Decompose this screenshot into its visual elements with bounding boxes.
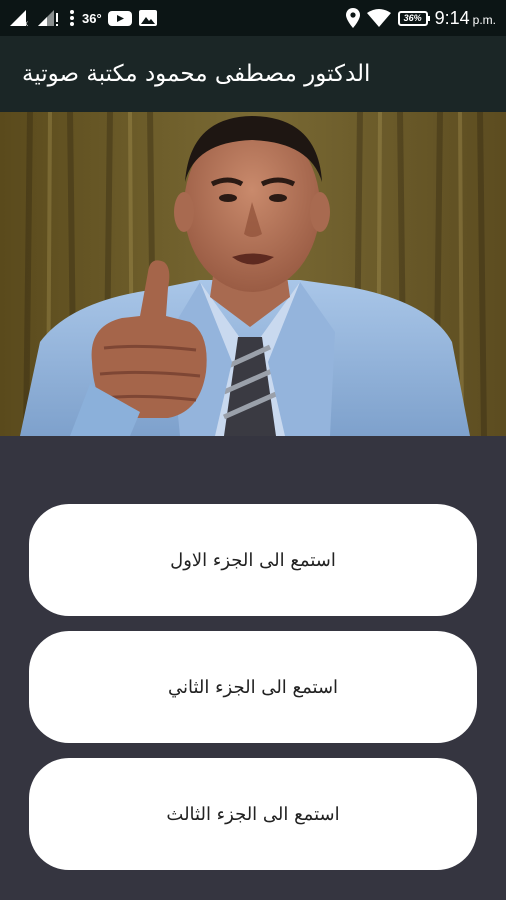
listen-part-2-label: استمع الى الجزء الثاني <box>167 676 339 698</box>
location-icon <box>345 8 360 28</box>
listen-part-2-button[interactable]: استمع الى الجزء الثاني <box>29 631 477 743</box>
clock-time: 9:14 <box>434 7 470 28</box>
listen-part-3-label: استمع الى الجزء الثالث <box>166 803 340 825</box>
wifi-icon <box>366 9 391 27</box>
status-bar-right: 36% 9:14 p.m. <box>345 0 496 36</box>
status-bar-left: x 36° <box>10 0 158 36</box>
battery-icon: 36% <box>397 10 430 26</box>
image-icon <box>138 10 157 26</box>
signal-1-icon: x <box>10 10 28 27</box>
clock-ampm: p.m. <box>472 12 496 27</box>
clock: 9:14 p.m. <box>435 8 496 29</box>
page-title: الدكتور مصطفى محمود مكتبة صوتية <box>22 61 371 87</box>
battery-percent: 36% <box>403 13 422 23</box>
temperature-text: 36° <box>82 10 102 26</box>
youtube-icon <box>107 11 132 26</box>
more-vert-icon <box>70 10 74 26</box>
signal-2-icon <box>38 10 58 26</box>
hero-photo <box>0 112 506 436</box>
listen-part-1-button[interactable]: استمع الى الجزء الاول <box>29 504 477 616</box>
listen-part-3-button[interactable]: استمع الى الجزء الثالث <box>29 758 477 870</box>
status-bar: x 36° 36% 9:14 p.m. <box>0 0 506 36</box>
speaker-photo <box>0 112 506 436</box>
listen-part-1-label: استمع الى الجزء الاول <box>170 549 336 571</box>
app-bar: الدكتور مصطفى محمود مكتبة صوتية <box>0 36 506 112</box>
svg-text:x: x <box>24 19 28 27</box>
